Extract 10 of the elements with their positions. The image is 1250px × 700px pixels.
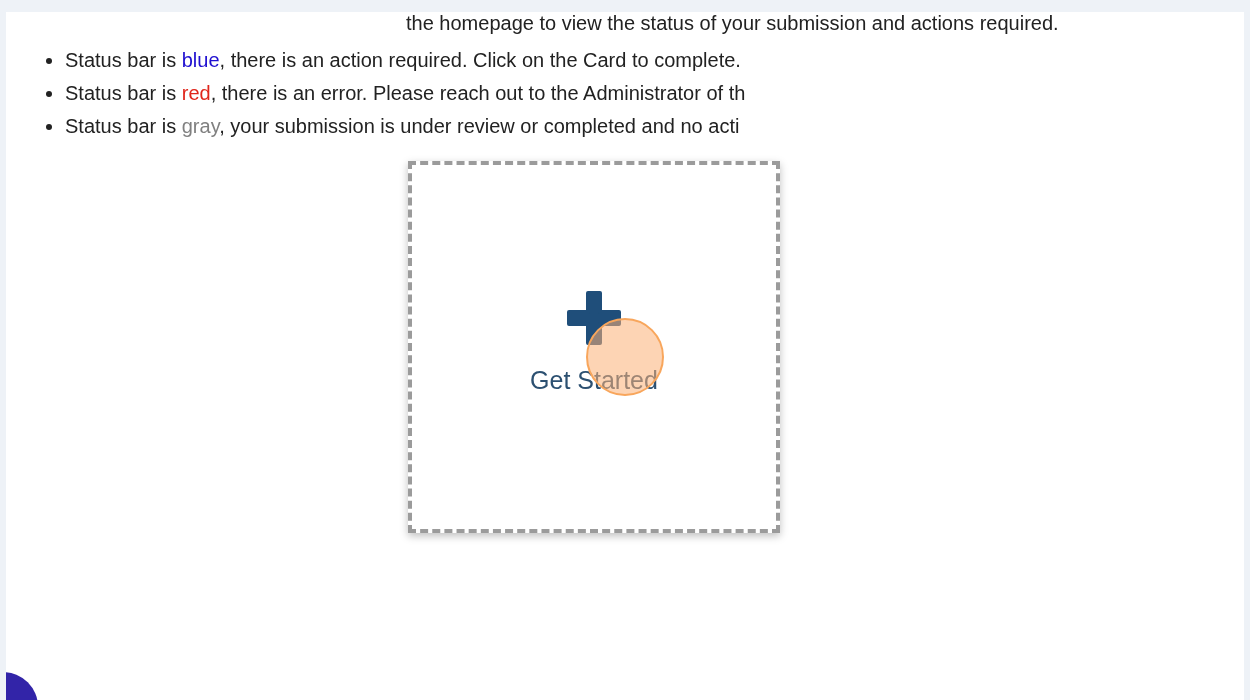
bullet-icon <box>46 90 52 97</box>
intro-text: the homepage to view the status of your submission and actions required. <box>406 12 1060 34</box>
get-started-label: Get Started <box>530 365 658 395</box>
plus-icon <box>566 289 622 346</box>
bullet-icon <box>46 123 52 130</box>
status-text: Status bar is blue, there is an action required. Click on the Card to complete. <box>65 49 741 72</box>
status-text: Status bar is gray, your submission is under review or completed and no acti <box>65 115 740 138</box>
get-started-card[interactable]: Get Started <box>408 161 780 533</box>
status-text: Status bar is red, there is an error. Please reach out to the Administrator of th <box>65 82 746 105</box>
bullet-icon <box>46 57 52 64</box>
